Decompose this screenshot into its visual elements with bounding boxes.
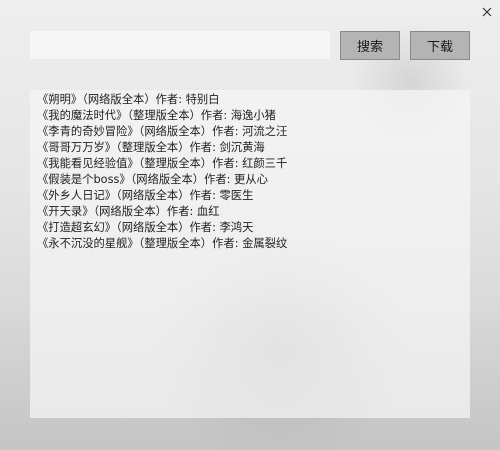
result-list[interactable]: 《朔明》（网络版全本）作者: 特别白 《我的魔法时代》（整理版全本）作者: 海逸…: [30, 90, 470, 418]
search-button[interactable]: 搜索: [340, 31, 400, 60]
close-icon: [482, 7, 492, 17]
close-button[interactable]: [476, 2, 498, 22]
list-item[interactable]: 《打造超玄幻》（网络版全本）作者: 李鸿天: [37, 220, 470, 236]
list-item[interactable]: 《假装是个boss》（网络版全本）作者: 更从心: [37, 172, 470, 188]
list-item[interactable]: 《我能看见经验值》（整理版全本）作者: 红颜三千: [37, 156, 470, 172]
app-window: 搜索 下载 《朔明》（网络版全本）作者: 特别白 《我的魔法时代》（整理版全本）…: [0, 0, 500, 450]
list-item[interactable]: 《开天录》（网络版全本）作者: 血红: [37, 204, 470, 220]
list-item[interactable]: 《朔明》（网络版全本）作者: 特别白: [37, 92, 470, 108]
list-item[interactable]: 《我的魔法时代》（整理版全本）作者: 海逸小猪: [37, 108, 470, 124]
list-item[interactable]: 《哥哥万万岁》（整理版全本）作者: 剑沉黄海: [37, 140, 470, 156]
search-input[interactable]: [30, 31, 330, 59]
list-item[interactable]: 《李青的奇妙冒险》（网络版全本）作者: 河流之汪: [37, 124, 470, 140]
download-button[interactable]: 下载: [410, 31, 470, 60]
list-item[interactable]: 《永不沉没的星舰》（整理版全本）作者: 金属裂纹: [37, 236, 470, 252]
list-item[interactable]: 《外乡人日记》（网络版全本）作者: 零医生: [37, 188, 470, 204]
